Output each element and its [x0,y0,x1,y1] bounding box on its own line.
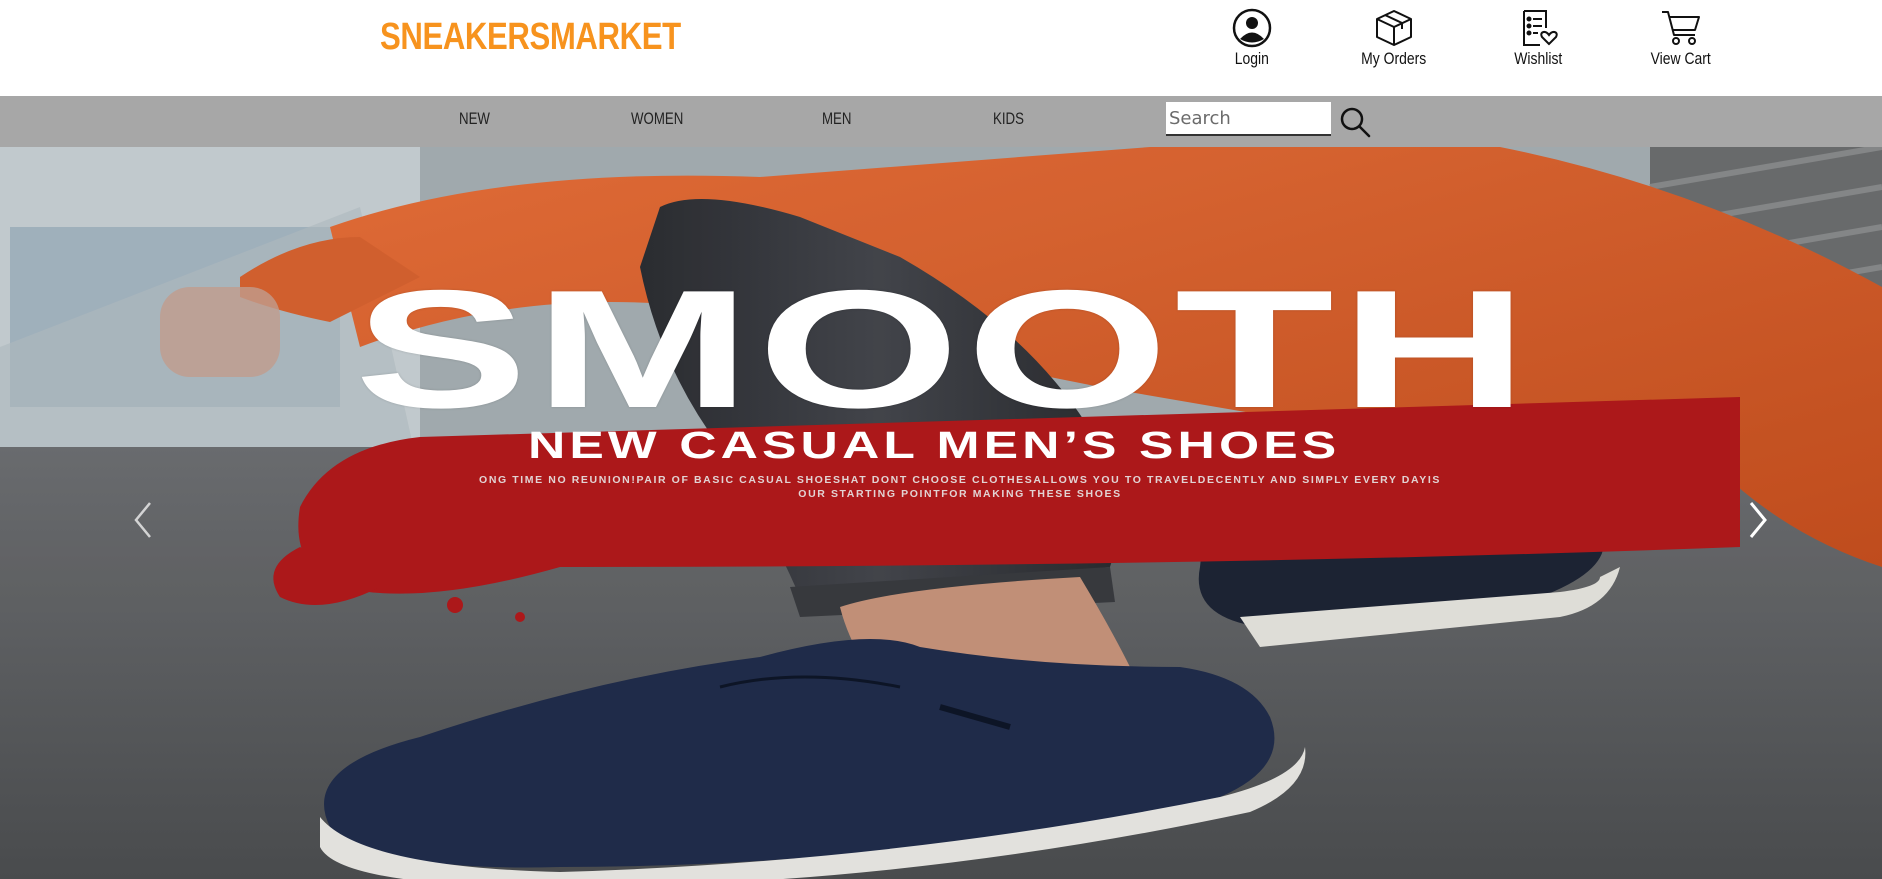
hero-subtitle: NEW CASUAL MEN’S SHOES [527,425,1341,467]
wishlist-label: Wishlist [1513,49,1563,68]
nav-item-men[interactable]: MEN [822,109,851,129]
chevron-left-icon[interactable] [128,495,158,545]
login-button[interactable]: Login [1192,8,1312,72]
category-nav: NEW WOMEN MEN KIDS [0,96,1882,147]
my-orders-label: My Orders [1361,49,1427,68]
hero-description: ONG TIME NO REUNION!PAIR OF BASIC CASUAL… [479,474,1441,500]
shopping-cart-icon [1660,8,1702,48]
wishlist-heart-icon [1517,8,1559,48]
hero-title: SMOOTH [354,255,1535,443]
view-cart-button[interactable]: View Cart [1621,8,1741,72]
package-box-icon [1373,8,1415,48]
wishlist-button[interactable]: Wishlist [1478,8,1598,72]
chevron-right-icon[interactable] [1743,495,1773,545]
nav-item-women[interactable]: WOMEN [631,109,683,129]
nav-item-new[interactable]: NEW [459,109,490,129]
site-logo[interactable]: SNEAKERSMARKET [380,16,681,59]
search-input[interactable] [1166,102,1331,136]
nav-item-kids[interactable]: KIDS [993,109,1024,129]
my-orders-button[interactable]: My Orders [1334,8,1454,72]
user-circle-icon [1231,8,1273,48]
search-icon[interactable] [1338,105,1372,139]
login-label: Login [1234,49,1270,68]
hero-banner: SMOOTH NEW CASUAL MEN’S SHOES ONG TIME N… [0,147,1882,879]
site-header: SNEAKERSMARKET Login My Orders Wishlist … [0,0,1882,96]
view-cart-label: View Cart [1650,49,1712,68]
